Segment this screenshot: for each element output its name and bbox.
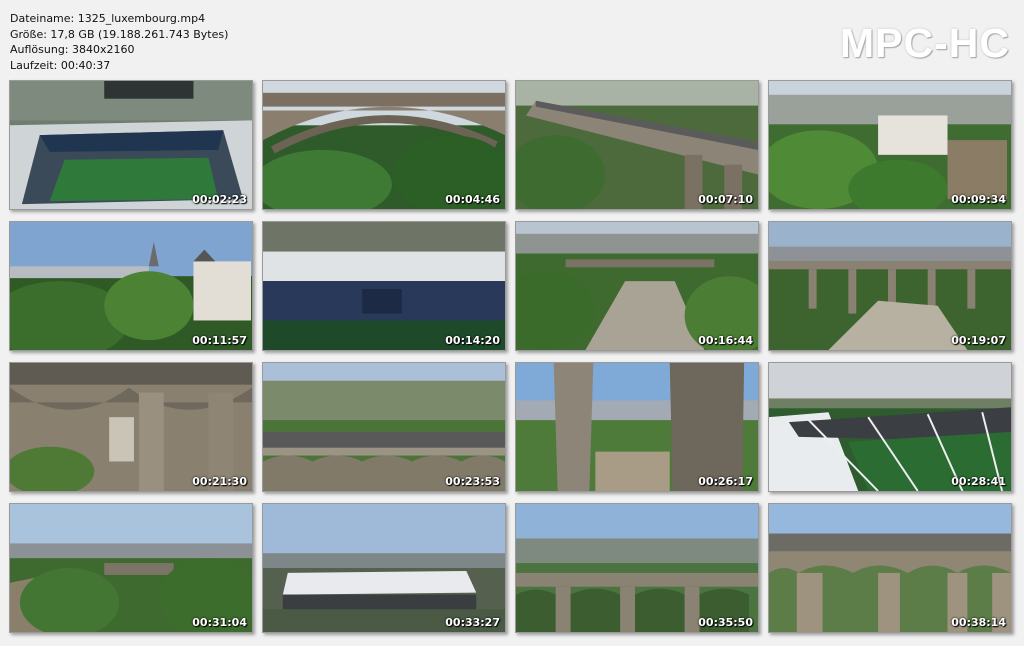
viaduct-road-image <box>516 81 758 209</box>
thumbnail-15[interactable]: 00:35:50 <box>515 503 759 633</box>
city-valley-image <box>516 222 758 350</box>
thumbnail-11[interactable]: 00:26:17 <box>515 362 759 492</box>
thumbnail-14[interactable]: 00:33:27 <box>262 503 506 633</box>
timestamp: 00:23:53 <box>445 475 500 488</box>
viaduct-distant-image <box>769 222 1011 350</box>
thumbnail-7[interactable]: 00:16:44 <box>515 221 759 351</box>
thumbnail-5[interactable]: 00:11:57 <box>9 221 253 351</box>
thumbnail-2[interactable]: 00:04:46 <box>262 80 506 210</box>
timestamp: 00:16:44 <box>698 334 753 347</box>
thumbnail-9[interactable]: 00:21:30 <box>9 362 253 492</box>
cathedral-view-image <box>10 222 252 350</box>
thumbnail-16[interactable]: 00:38:14 <box>768 503 1012 633</box>
stadium-roof-image <box>769 363 1011 491</box>
timestamp: 00:26:17 <box>698 475 753 488</box>
timestamp: 00:02:23 <box>192 193 247 206</box>
timestamp: 00:09:34 <box>951 193 1006 206</box>
timestamp: 00:11:57 <box>192 334 247 347</box>
thumbnail-10[interactable]: 00:23:53 <box>262 362 506 492</box>
fortress-view-image <box>10 504 252 632</box>
thumbnail-13[interactable]: 00:31:04 <box>9 503 253 633</box>
timestamp: 00:28:41 <box>951 475 1006 488</box>
stadium-aerial-image <box>10 81 252 209</box>
timestamp: 00:07:10 <box>698 193 753 206</box>
timestamp: 00:35:50 <box>698 616 753 629</box>
timestamp: 00:19:07 <box>951 334 1006 347</box>
old-town-image <box>769 81 1011 209</box>
bridge-top-image <box>263 363 505 491</box>
thumbnail-4[interactable]: 00:09:34 <box>768 80 1012 210</box>
viaduct-arches-image <box>516 504 758 632</box>
bridge-arch-image <box>263 81 505 209</box>
thumbnail-6[interactable]: 00:14:20 <box>262 221 506 351</box>
timestamp: 00:33:27 <box>445 616 500 629</box>
bridge-underside-image <box>10 363 252 491</box>
timestamp: 00:14:20 <box>445 334 500 347</box>
bridge-pillars-image <box>516 363 758 491</box>
bridge-closeup-image <box>769 504 1011 632</box>
thumbnail-1[interactable]: 00:02:23 <box>9 80 253 210</box>
stadium-stands-image <box>263 222 505 350</box>
thumbnail-12[interactable]: 00:28:41 <box>768 362 1012 492</box>
thumbnail-grid: 00:02:23 00:04:46 00:07:10 00:09:34 00:1… <box>0 0 1024 646</box>
timestamp: 00:21:30 <box>192 475 247 488</box>
thumbnail-3[interactable]: 00:07:10 <box>515 80 759 210</box>
arena-building-image <box>263 504 505 632</box>
timestamp: 00:31:04 <box>192 616 247 629</box>
timestamp: 00:04:46 <box>445 193 500 206</box>
timestamp: 00:38:14 <box>951 616 1006 629</box>
thumbnail-8[interactable]: 00:19:07 <box>768 221 1012 351</box>
